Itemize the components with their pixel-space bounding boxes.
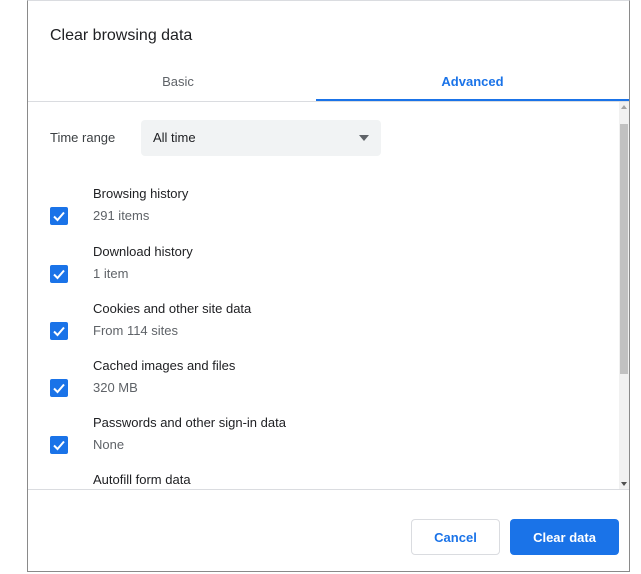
option-cookies: Cookies and other site data From 114 sit… [28,301,608,353]
passwords-label: Passwords and other sign-in data [93,415,286,430]
scroll-thumb[interactable] [620,124,628,374]
clear-browsing-data-dialog: Clear browsing data Basic Advanced Time … [27,0,630,572]
checkmark-icon [53,326,65,337]
cached-images-label: Cached images and files [93,358,236,373]
cookies-checkbox[interactable] [50,322,68,340]
tab-basic[interactable]: Basic [28,61,328,101]
checkmark-icon [53,211,65,222]
option-passwords: Passwords and other sign-in data None [28,415,608,467]
checkmark-icon [53,383,65,394]
time-range-label: Time range [50,130,116,145]
checkmark-icon [53,440,65,451]
scroll-down-arrow-icon[interactable] [621,482,627,486]
time-range-value: All time [153,130,196,145]
browsing-history-detail: 291 items [93,208,150,223]
tab-selected-indicator [316,99,629,101]
content-scrollbar[interactable] [619,102,629,489]
download-history-checkbox[interactable] [50,265,68,283]
checkmark-icon [53,269,65,280]
browsing-history-checkbox[interactable] [50,207,68,225]
option-browsing-history: Browsing history 291 items [28,186,608,238]
browsing-history-label: Browsing history [93,186,189,201]
download-history-label: Download history [93,244,193,259]
download-history-detail: 1 item [93,266,129,281]
chevron-down-icon [359,135,369,141]
option-cached-images: Cached images and files 320 MB [28,358,608,410]
cookies-detail: From 114 sites [93,323,179,338]
autofill-label: Autofill form data [93,472,191,487]
tab-bar: Basic Advanced [28,61,629,102]
option-autofill: Autofill form data [28,472,608,489]
cached-images-checkbox[interactable] [50,379,68,397]
tab-advanced[interactable]: Advanced [316,61,629,101]
settings-content: Time range All time Browsing history 291… [28,102,629,489]
cookies-label: Cookies and other site data [93,301,252,316]
scroll-up-arrow-icon[interactable] [621,105,627,109]
option-download-history: Download history 1 item [28,244,608,296]
time-range-select[interactable]: All time [141,120,381,156]
cached-images-detail: 320 MB [93,380,138,395]
passwords-detail: None [93,437,125,452]
cancel-button[interactable]: Cancel [411,519,500,555]
dialog-footer: Cancel Clear data [28,489,629,574]
dialog-title: Clear browsing data [50,27,193,44]
passwords-checkbox[interactable] [50,436,68,454]
clear-data-button[interactable]: Clear data [510,519,619,555]
